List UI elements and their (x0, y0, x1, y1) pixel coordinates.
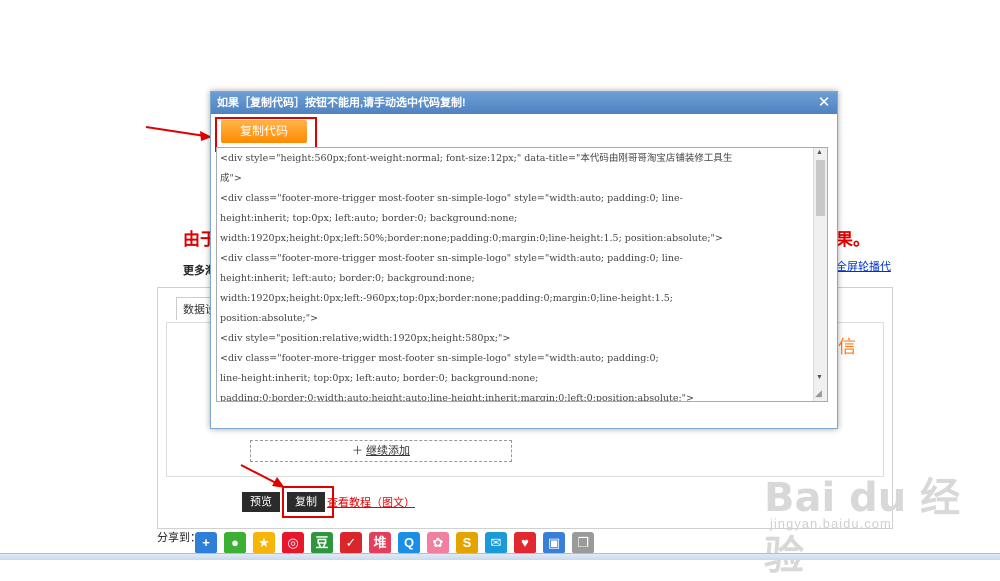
code-textarea[interactable]: <div style="height:560px;font-weight:nor… (216, 147, 828, 402)
copy-code-modal: 如果［复制代码］按钮不能用,请手动选中代码复制! ✕ 复制代码 <div sty… (210, 91, 838, 429)
code-line: height:inherit; top:0px; left:auto; bord… (220, 213, 518, 224)
close-icon[interactable]: ✕ (814, 93, 834, 113)
code-line: <div class="footer-more-trigger most-foo… (220, 353, 659, 364)
code-line: width:1920px;height:0px;left:-960px;top:… (220, 293, 673, 304)
code-line: width:1920px;height:0px;left:50%;border:… (220, 233, 723, 244)
arrow-to-modal-copy (145, 126, 206, 137)
code-line: line-height:inherit; top:0px; left:auto;… (220, 373, 539, 384)
modal-title: 如果［复制代码］按钮不能用,请手动选中代码复制! (211, 92, 837, 114)
code-line: <div style="height:560px;font-weight:nor… (220, 153, 733, 164)
code-line: padding:0;border:0;width:auto;height:aut… (220, 393, 694, 402)
code-scrollbar[interactable]: ▲ ▼ (813, 148, 827, 401)
arrow-head-copy (272, 477, 285, 488)
copy-code-button[interactable]: 复制代码 (221, 120, 307, 143)
code-line: <div style="position:relative;width:1920… (220, 333, 511, 344)
baidu-watermark-url: jingyan.baidu.com (770, 516, 892, 531)
code-line: position:absolute;"> (220, 313, 319, 324)
scroll-down-icon[interactable]: ▼ (816, 374, 823, 381)
code-line: height:inherit; left:auto; border:0; bac… (220, 273, 475, 284)
arrow-to-copy-button (240, 464, 279, 485)
code-line: <div class="footer-more-trigger most-foo… (220, 253, 683, 264)
scroll-up-icon[interactable]: ▲ (816, 149, 823, 156)
resize-handle-icon[interactable]: ◢ (815, 388, 822, 399)
code-content: <div style="height:560px;font-weight:nor… (220, 149, 812, 402)
code-line: <div class="footer-more-trigger most-foo… (220, 193, 683, 204)
code-line: 成"> (220, 173, 242, 184)
scroll-thumb[interactable] (816, 160, 825, 216)
